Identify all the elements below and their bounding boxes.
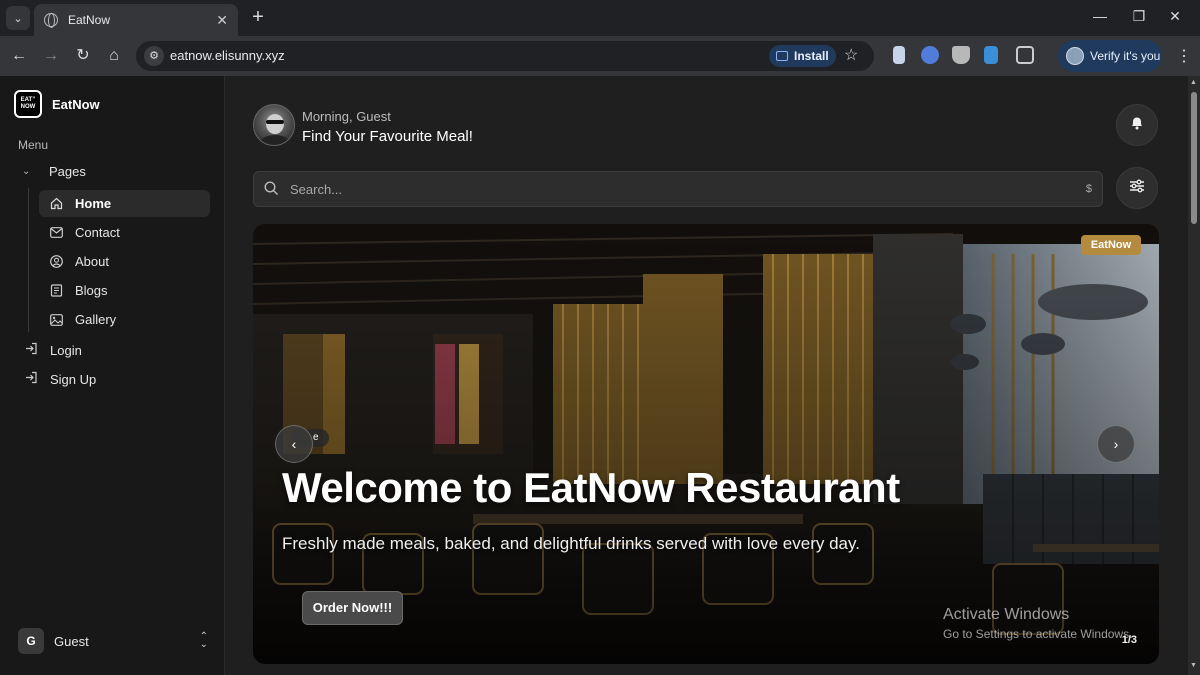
search-input[interactable] — [290, 181, 1086, 197]
browser-toolbar: ← → ↻ ⌂ ⚙ eatnow.elisunny.xyz Install ☆ … — [0, 36, 1200, 76]
search-suffix: $ — [1085, 183, 1092, 195]
sidebar-item-label: Home — [75, 196, 112, 211]
sidebar-item-signup[interactable]: Sign Up — [24, 371, 96, 387]
user-menu[interactable]: G Guest ⌃ ⌄ — [18, 628, 208, 654]
filter-button[interactable] — [1116, 167, 1158, 209]
search-bar[interactable]: $ — [253, 171, 1103, 207]
sidebar-item-label: About — [75, 254, 109, 269]
home-button-icon[interactable]: ⌂ — [103, 45, 125, 67]
forward-icon[interactable]: → — [40, 45, 62, 67]
search-icon — [264, 181, 280, 197]
sidebar-item-blogs[interactable]: Blogs — [39, 277, 210, 304]
blog-icon — [49, 284, 63, 298]
sidebar-item-gallery[interactable]: Gallery — [39, 306, 210, 333]
extension-db-icon[interactable] — [952, 46, 970, 64]
browser-tab-bar: ⌄ EatNow ✕ + — ❐ ✕ — [0, 0, 1200, 36]
browser-menu-icon[interactable]: ⋮ — [1176, 46, 1192, 66]
chevrons-up-down-icon: ⌃ ⌄ — [199, 631, 208, 650]
scrollbar-thumb[interactable] — [1191, 92, 1197, 224]
sliders-icon — [1129, 179, 1145, 198]
sidebar-item-label: Gallery — [75, 312, 117, 327]
tab-title: EatNow — [68, 13, 111, 27]
new-tab-button[interactable]: + — [248, 6, 268, 30]
bookmark-star-icon[interactable]: ☆ — [844, 45, 858, 65]
hero-title: Welcome to EatNow Restaurant — [282, 464, 900, 511]
extension-doc-icon[interactable] — [893, 46, 905, 64]
login-icon — [24, 342, 38, 358]
avatar: G — [18, 628, 44, 654]
user-circle-icon — [49, 255, 63, 269]
user-name: Guest — [54, 633, 89, 649]
sidebar: EAT’’ NOW EatNow Menu ⌄ Pages Home Conta… — [0, 76, 225, 675]
image-icon — [49, 313, 63, 327]
close-tab-icon[interactable]: ✕ — [216, 12, 228, 29]
order-now-button[interactable]: Order Now!!! — [302, 591, 403, 625]
sidebar-item-contact[interactable]: Contact — [39, 219, 210, 246]
activate-windows-watermark: Activate Windows Go to Settings to activ… — [943, 606, 1132, 641]
bell-icon — [1129, 115, 1145, 136]
address-bar[interactable]: ⚙ eatnow.elisunny.xyz Install ☆ — [136, 41, 874, 71]
menu-label: Menu — [18, 138, 49, 152]
brand-logo: EAT’’ NOW — [14, 90, 42, 118]
profile-label: Verify it's you — [1090, 49, 1161, 63]
greeting-text: Morning, Guest — [302, 109, 391, 124]
main-content: Morning, Guest Find Your Favourite Meal!… — [225, 76, 1188, 675]
pages-group-toggle[interactable]: ⌄ Pages — [22, 164, 86, 179]
sidebar-item-label: Login — [50, 342, 82, 358]
page-scrollbar[interactable]: ▲ ▼ — [1188, 76, 1200, 675]
globe-icon — [44, 13, 58, 28]
brand-name: EatNow — [52, 96, 100, 112]
hero-badge: EatNow — [1081, 235, 1141, 255]
carousel-next-button[interactable]: › — [1097, 425, 1135, 463]
submenu-line — [28, 188, 29, 332]
url-text[interactable]: eatnow.elisunny.xyz — [170, 48, 285, 63]
monitor-icon — [776, 51, 788, 61]
brand[interactable]: EAT’’ NOW EatNow — [14, 90, 100, 118]
extension-bag-icon[interactable] — [984, 46, 998, 64]
profile-avatar — [1066, 47, 1084, 65]
home-icon — [49, 197, 63, 211]
sidebar-item-about[interactable]: About — [39, 248, 210, 275]
restore-icon[interactable]: ❐ — [1129, 8, 1149, 25]
scroll-down-icon[interactable]: ▼ — [1190, 662, 1197, 669]
page-headline: Find Your Favourite Meal! — [302, 128, 473, 145]
chevron-down-icon: ⌄ — [22, 166, 31, 177]
profile-button[interactable]: Verify it's you — [1058, 40, 1162, 72]
signup-icon — [24, 371, 38, 387]
tab-search-button[interactable]: ⌄ — [6, 6, 30, 30]
extension-shield-icon[interactable] — [921, 46, 939, 64]
site-info-icon[interactable]: ⚙ — [144, 46, 164, 66]
watermark-line-1: Activate Windows — [943, 606, 1070, 623]
browser-tab[interactable]: EatNow ✕ — [34, 4, 238, 36]
minimize-icon[interactable]: — — [1090, 8, 1110, 24]
carousel-prev-button[interactable]: ‹ — [275, 425, 313, 463]
sidebar-item-label: Sign Up — [50, 371, 97, 387]
sidebar-item-login[interactable]: Login — [24, 342, 82, 358]
back-icon[interactable]: ← — [8, 45, 30, 67]
install-app-button[interactable]: Install — [769, 45, 836, 67]
user-avatar[interactable] — [253, 104, 295, 146]
extensions-puzzle-icon[interactable] — [1016, 46, 1034, 64]
mail-icon — [49, 226, 63, 240]
hero-subtitle: Freshly made meals, baked, and delightfu… — [282, 534, 860, 553]
sidebar-item-home[interactable]: Home — [39, 190, 210, 217]
scroll-up-icon[interactable]: ▲ — [1190, 79, 1197, 86]
sidebar-item-label: Blogs — [75, 283, 108, 298]
reload-icon[interactable]: ↻ — [72, 45, 94, 67]
pages-label: Pages — [49, 164, 86, 179]
watermark-line-2: Go to Settings to activate Windows. — [943, 627, 1133, 641]
hero-carousel: EatNow e ‹ › Welcome to EatNow Restauran… — [253, 224, 1159, 664]
install-label: Install — [794, 49, 829, 63]
sidebar-item-label: Contact — [75, 225, 120, 240]
app: EAT’’ NOW EatNow Menu ⌄ Pages Home Conta… — [0, 76, 1200, 675]
close-window-icon[interactable]: ✕ — [1165, 8, 1185, 25]
notification-button[interactable] — [1116, 104, 1158, 146]
